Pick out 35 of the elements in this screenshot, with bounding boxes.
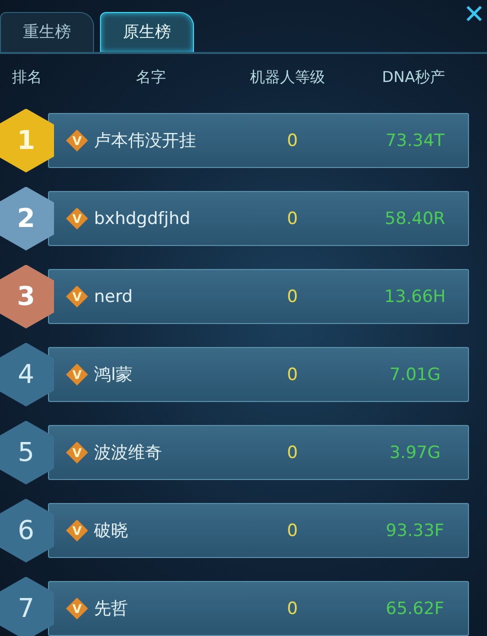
player-name: 破晓 [94,520,129,542]
player-name: 卢本伟没开挂 [94,130,197,152]
player-name: nerd [94,286,134,306]
rank-badge: 2 [0,186,54,250]
column-header: 排名 [12,68,42,86]
dna-rate: 58.40R [384,208,446,228]
tab[interactable]: 重生榜 [0,12,94,52]
robot-level: 0 [287,442,298,462]
robot-level: 0 [287,286,298,306]
rank-badge: 6 [0,498,54,562]
robot-level: 0 [287,598,298,618]
dna-rate: 73.34T [384,130,446,150]
rank-badge: 5 [0,420,54,484]
close-icon[interactable]: ✕ [463,0,485,30]
column-header: DNA秒产 [382,68,446,86]
player-name: 鸿l蒙 [94,364,134,386]
dna-rate: 93.33F [384,520,446,540]
robot-level: 0 [287,364,298,384]
player-name: bxhdgdfjhd [94,208,192,228]
tab[interactable]: 原生榜 [100,12,194,52]
dna-rate: 65.62F [384,598,446,618]
dna-rate: 7.01G [388,364,442,384]
rank-badge: 4 [0,342,54,406]
rank-badge: 3 [0,264,54,328]
dna-rate: 13.66H [383,286,447,306]
robot-level: 0 [287,130,298,150]
robot-level: 0 [287,520,298,540]
rank-badge: 1 [0,108,54,172]
robot-level: 0 [287,208,298,228]
column-header: 名字 [136,68,166,86]
rank-badge: 7 [0,576,54,636]
player-name: 波波维奇 [94,442,163,464]
player-name: 先哲 [94,598,129,620]
column-header: 机器人等级 [250,68,325,86]
dna-rate: 3.97G [388,442,442,462]
